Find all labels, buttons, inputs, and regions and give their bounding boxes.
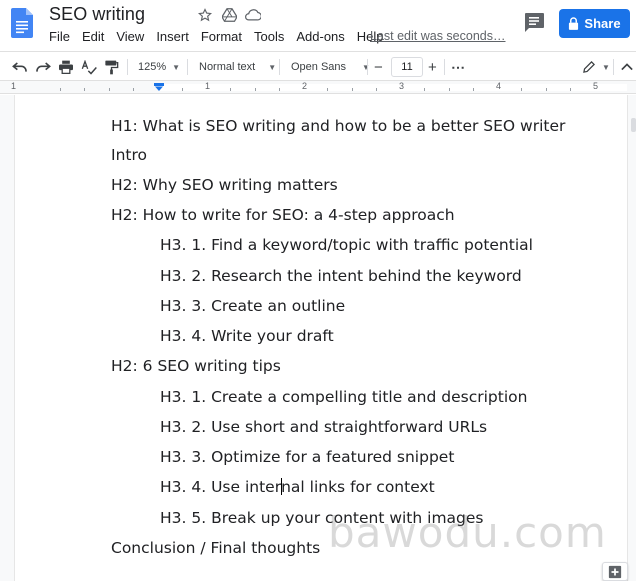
ruler-number: 2 bbox=[302, 81, 308, 91]
doc-line-h2[interactable]: H2: 6 SEO writing tips bbox=[111, 357, 281, 375]
ruler-tick bbox=[255, 88, 256, 91]
toolbar-divider bbox=[127, 59, 128, 75]
toolbar-divider bbox=[187, 59, 188, 75]
star-icon[interactable] bbox=[197, 7, 213, 23]
menu-bar: File Edit View Insert Format Tools Add-o… bbox=[49, 29, 396, 44]
decrease-font-size-button[interactable]: − bbox=[374, 56, 383, 78]
paragraph-style-select[interactable]: Normal text ▼ bbox=[199, 56, 276, 78]
zoom-value: 125% bbox=[138, 61, 167, 73]
doc-line-intro[interactable]: Intro bbox=[111, 146, 147, 164]
collapse-icon[interactable] bbox=[621, 56, 633, 78]
font-family-value: Open Sans bbox=[291, 61, 347, 73]
menu-file[interactable]: File bbox=[49, 29, 70, 44]
scrollbar-thumb[interactable] bbox=[631, 118, 636, 132]
redo-icon[interactable] bbox=[35, 56, 51, 78]
ruler-number: 1 bbox=[11, 81, 17, 91]
drive-move-icon[interactable] bbox=[221, 7, 237, 23]
ruler-tick bbox=[327, 88, 328, 91]
ruler-tick bbox=[424, 88, 425, 91]
ruler-tick bbox=[279, 88, 280, 91]
doc-line-h3[interactable]: H3. 2. Use short and straightforward URL… bbox=[160, 418, 487, 436]
ruler-tick bbox=[133, 88, 134, 91]
edit-mode-icon[interactable]: ▼ bbox=[582, 56, 610, 78]
document-title[interactable]: SEO writing bbox=[49, 4, 145, 25]
print-icon[interactable] bbox=[58, 56, 74, 78]
menu-format[interactable]: Format bbox=[201, 29, 242, 44]
font-family-select[interactable]: Open Sans ▼ bbox=[291, 56, 370, 78]
explore-icon[interactable] bbox=[602, 562, 628, 581]
zoom-select[interactable]: 125% ▼ bbox=[138, 56, 180, 78]
chevron-down-icon: ▼ bbox=[602, 62, 610, 72]
plus-icon: + bbox=[428, 58, 437, 76]
toolbar-divider bbox=[279, 59, 280, 75]
cloud-status-icon[interactable] bbox=[245, 7, 261, 23]
doc-line-h3-with-cursor[interactable]: H3. 4. Use internal links for context bbox=[160, 478, 435, 496]
ruler-tick bbox=[521, 88, 522, 91]
share-button[interactable]: Share bbox=[559, 9, 630, 38]
ruler-number: 4 bbox=[496, 81, 502, 91]
doc-line-h3[interactable]: H3. 2. Research the intent behind the ke… bbox=[160, 267, 522, 285]
ruler-tick bbox=[84, 88, 85, 91]
doc-line-h3[interactable]: H3. 3. Optimize for a featured snippet bbox=[160, 448, 454, 466]
indent-marker-icon[interactable] bbox=[154, 83, 164, 91]
ruler-tick bbox=[60, 88, 61, 91]
spellcheck-icon[interactable] bbox=[81, 56, 97, 78]
paragraph-style-value: Normal text bbox=[199, 61, 256, 73]
increase-font-size-button[interactable]: + bbox=[428, 56, 437, 78]
doc-line-h3[interactable]: H3. 1. Find a keyword/topic with traffic… bbox=[160, 236, 533, 254]
doc-line-h3[interactable]: H3. 4. Write your draft bbox=[160, 327, 334, 345]
lock-icon bbox=[569, 17, 579, 30]
ruler-tick bbox=[109, 88, 110, 91]
title-bar: SEO writing File Edit View Insert Format… bbox=[0, 0, 636, 50]
menu-tools[interactable]: Tools bbox=[254, 29, 284, 44]
font-size-input[interactable]: 11 bbox=[391, 57, 423, 77]
more-icon[interactable]: ⋯ bbox=[451, 56, 465, 78]
ruler-tick bbox=[182, 88, 183, 91]
undo-icon[interactable] bbox=[12, 56, 28, 78]
ruler-tick bbox=[570, 88, 571, 91]
text-after-cursor: nal links for context bbox=[281, 478, 435, 496]
ruler-tick bbox=[230, 88, 231, 91]
title-icons bbox=[197, 7, 261, 23]
toolbar-divider bbox=[444, 59, 445, 75]
ruler-number: 5 bbox=[593, 81, 599, 91]
ruler-tick bbox=[376, 88, 377, 91]
ruler-tick bbox=[449, 88, 450, 91]
menu-insert[interactable]: Insert bbox=[156, 29, 189, 44]
minus-icon: − bbox=[374, 58, 383, 76]
share-label: Share bbox=[584, 16, 621, 31]
menu-edit[interactable]: Edit bbox=[82, 29, 104, 44]
ruler-number: 3 bbox=[399, 81, 405, 91]
doc-line-conclusion[interactable]: Conclusion / Final thoughts bbox=[111, 539, 320, 557]
last-edit-link[interactable]: Last edit was seconds… bbox=[370, 29, 506, 43]
toolbar: 125% ▼ Normal text ▼ Open Sans ▼ − 11 + … bbox=[0, 51, 636, 81]
ruler-tick bbox=[352, 88, 353, 91]
doc-line-h3[interactable]: H3. 1. Create a compelling title and des… bbox=[160, 388, 527, 406]
menu-add-ons[interactable]: Add-ons bbox=[296, 29, 344, 44]
more-options-glyph: ⋯ bbox=[451, 58, 465, 75]
comment-icon[interactable] bbox=[523, 12, 545, 32]
watermark: bawodu.com bbox=[328, 508, 607, 557]
doc-line-h3[interactable]: H3. 3. Create an outline bbox=[160, 297, 345, 315]
text-before-cursor: H3. 4. Use inter bbox=[160, 478, 282, 496]
menu-view[interactable]: View bbox=[116, 29, 144, 44]
ruler-number: 1 bbox=[205, 81, 211, 91]
ruler: 1 1 2 3 4 5 bbox=[0, 81, 636, 94]
paint-format-icon[interactable] bbox=[104, 56, 119, 78]
ruler-tick bbox=[473, 88, 474, 91]
docs-logo-icon[interactable] bbox=[11, 8, 33, 38]
doc-line-h1[interactable]: H1: What is SEO writing and how to be a … bbox=[111, 117, 565, 135]
toolbar-divider bbox=[367, 59, 368, 75]
chevron-down-icon: ▼ bbox=[362, 62, 370, 72]
toolbar-divider bbox=[613, 59, 614, 75]
doc-line-h2[interactable]: H2: Why SEO writing matters bbox=[111, 176, 338, 194]
doc-line-h2[interactable]: H2: How to write for SEO: a 4-step appro… bbox=[111, 206, 455, 224]
chevron-down-icon: ▼ bbox=[268, 62, 277, 72]
ruler-tick bbox=[546, 88, 547, 91]
chevron-down-icon: ▼ bbox=[172, 62, 181, 72]
